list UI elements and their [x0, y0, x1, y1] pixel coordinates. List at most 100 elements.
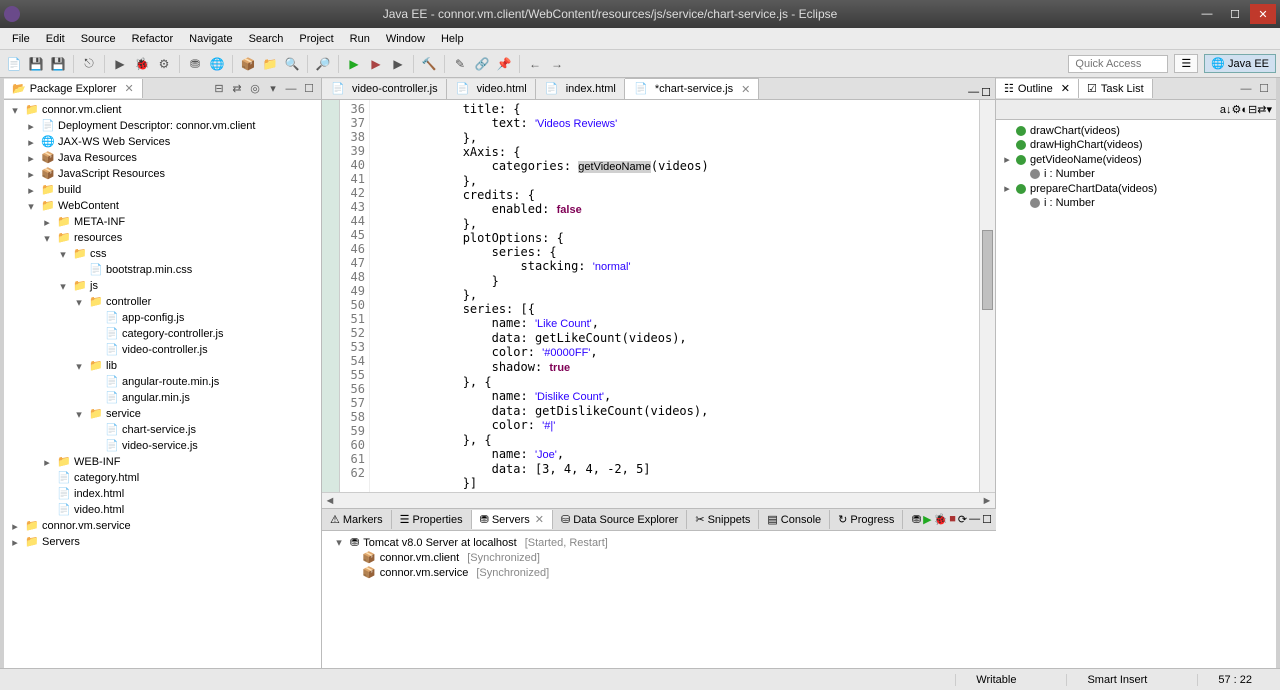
- menu-refactor[interactable]: Refactor: [124, 31, 182, 47]
- scroll-right-icon[interactable]: ►: [979, 495, 995, 507]
- outline-tab[interactable]: ☷ Outline ✕: [996, 79, 1079, 98]
- servers-view[interactable]: ▾⛃ Tomcat v8.0 Server at localhost [Star…: [322, 531, 996, 668]
- task-list-tab[interactable]: ☑Task List: [1079, 79, 1153, 98]
- new-icon[interactable]: 📄: [4, 54, 24, 74]
- server-start-icon[interactable]: ▶: [923, 513, 931, 526]
- open-type-icon[interactable]: 🔎: [313, 54, 333, 74]
- quick-access-input[interactable]: [1068, 55, 1168, 73]
- menu-edit[interactable]: Edit: [38, 31, 73, 47]
- package-explorer-tab[interactable]: 📂 Package Explorer ✕: [4, 79, 143, 98]
- view-menu-icon[interactable]: ▾: [265, 81, 281, 97]
- code-editor[interactable]: title: { text: 'Videos Reviews' }, xAxis…: [370, 100, 979, 492]
- close-button[interactable]: ✕: [1250, 4, 1276, 24]
- maximize-editor-icon[interactable]: ☐: [981, 86, 991, 99]
- server-root[interactable]: ▾⛃ Tomcat v8.0 Server at localhost [Star…: [326, 535, 992, 550]
- menu-source[interactable]: Source: [73, 31, 124, 47]
- outline-tree[interactable]: drawChart(videos) drawHighChart(videos) …: [996, 120, 1276, 668]
- menu-icon[interactable]: ▾: [1266, 103, 1272, 116]
- vertical-scrollbar[interactable]: [979, 100, 995, 492]
- menu-run[interactable]: Run: [342, 31, 378, 47]
- run-last-icon[interactable]: ▶: [344, 54, 364, 74]
- tool-bar: 📄 💾 💾 ⎋ ▶ 🐞 ⚙ ⛃ 🌐 📦 📁 🔍 🔎 ▶ ▶ ▶ 🔨 ✎ 🔗 📌 …: [0, 50, 1280, 78]
- close-tab-icon[interactable]: ✕: [535, 513, 544, 526]
- maximize-view-icon[interactable]: ☐: [1256, 81, 1272, 97]
- coverage-icon[interactable]: ▶: [388, 54, 408, 74]
- collapse-all-icon[interactable]: ⊟: [211, 81, 227, 97]
- debug-icon[interactable]: 🐞: [132, 54, 152, 74]
- server-stop-icon[interactable]: ■: [949, 513, 956, 526]
- status-writable: Writable: [955, 674, 1036, 686]
- outline-label: Outline: [1018, 83, 1053, 95]
- tab-servers[interactable]: ⛃Servers✕: [472, 510, 553, 529]
- scrollbar-thumb[interactable]: [982, 230, 993, 310]
- link-editor-icon[interactable]: ⇄: [229, 81, 245, 97]
- tab-snippets[interactable]: ✂Snippets: [687, 510, 759, 529]
- server-debug-icon[interactable]: 🐞: [934, 513, 948, 526]
- build-icon[interactable]: 🔨: [419, 54, 439, 74]
- menu-navigate[interactable]: Navigate: [181, 31, 240, 47]
- pin-icon[interactable]: 📌: [494, 54, 514, 74]
- status-position: 57 : 22: [1197, 674, 1272, 686]
- server-icon[interactable]: ⛃: [185, 54, 205, 74]
- tab-console[interactable]: ▤Console: [759, 510, 830, 529]
- server-new-icon[interactable]: ⛃: [912, 513, 921, 526]
- server-module[interactable]: 📦connor.vm.service[Synchronized]: [326, 565, 992, 580]
- outline-item: ▸getVideoName(videos): [1000, 152, 1272, 167]
- minimize-view-icon[interactable]: —: [969, 513, 980, 526]
- tab-markers[interactable]: ⚠Markers: [322, 510, 392, 529]
- minimize-button[interactable]: —: [1194, 4, 1220, 24]
- back-icon[interactable]: ←: [525, 54, 545, 74]
- menu-project[interactable]: Project: [291, 31, 341, 47]
- editor-tab[interactable]: 📄video-controller.js: [322, 79, 447, 99]
- menu-help[interactable]: Help: [433, 31, 472, 47]
- hide-icon[interactable]: ◐: [1241, 104, 1248, 116]
- filter-icon[interactable]: ⚙: [1232, 103, 1242, 116]
- editor-tab[interactable]: 📄video.html: [447, 79, 536, 99]
- server-publish-icon[interactable]: ⟳: [958, 513, 967, 526]
- outline-item: drawChart(videos): [1000, 124, 1272, 138]
- new-project-icon[interactable]: 📦: [238, 54, 258, 74]
- tab-progress[interactable]: ↻Progress: [830, 510, 903, 529]
- perspective-javaee[interactable]: 🌐 Java EE: [1204, 54, 1276, 73]
- sort-icon[interactable]: a↓: [1220, 104, 1232, 116]
- status-bar: Writable Smart Insert 57 : 22: [0, 668, 1280, 690]
- forward-icon[interactable]: →: [547, 54, 567, 74]
- tab-data-source[interactable]: ⛁Data Source Explorer: [553, 510, 687, 529]
- menu-search[interactable]: Search: [241, 31, 292, 47]
- open-task-icon[interactable]: ✎: [450, 54, 470, 74]
- scroll-left-icon[interactable]: ◄: [322, 495, 338, 507]
- menu-window[interactable]: Window: [378, 31, 433, 47]
- editor-tab-active[interactable]: 📄*chart-service.js✕: [625, 78, 759, 99]
- save-icon[interactable]: 💾: [26, 54, 46, 74]
- link-icon[interactable]: 🔗: [472, 54, 492, 74]
- maximize-button[interactable]: ☐: [1222, 4, 1248, 24]
- menu-file[interactable]: File: [4, 31, 38, 47]
- link-icon[interactable]: ⇄: [1257, 103, 1266, 116]
- editor-tab[interactable]: 📄index.html: [536, 79, 625, 99]
- minimize-view-icon[interactable]: —: [1238, 81, 1254, 97]
- collapse-icon[interactable]: ⊟: [1248, 103, 1257, 116]
- horizontal-scrollbar[interactable]: ◄ ►: [322, 492, 995, 508]
- close-tab-icon[interactable]: ✕: [741, 83, 750, 96]
- minimize-view-icon[interactable]: —: [283, 81, 299, 97]
- toggle-breadcrumb-icon[interactable]: ⎋: [79, 54, 99, 74]
- maximize-view-icon[interactable]: ☐: [982, 513, 992, 526]
- server-module[interactable]: 📦connor.vm.client[Synchronized]: [326, 550, 992, 565]
- maximize-view-icon[interactable]: ☐: [301, 81, 317, 97]
- tab-properties[interactable]: ☰Properties: [392, 510, 472, 529]
- close-view-icon[interactable]: ✕: [1061, 82, 1070, 95]
- save-all-icon[interactable]: 💾: [48, 54, 68, 74]
- close-view-icon[interactable]: ✕: [125, 82, 134, 95]
- browser-icon[interactable]: 🌐: [207, 54, 227, 74]
- outline-item: i : Number: [1000, 196, 1272, 210]
- open-perspective-button[interactable]: ☰: [1174, 54, 1198, 73]
- project-tree[interactable]: ▾📁connor.vm.client ▸📄Deployment Descript…: [4, 100, 321, 668]
- new-package-icon[interactable]: 📁: [260, 54, 280, 74]
- search-icon[interactable]: 🔍: [282, 54, 302, 74]
- minimize-editor-icon[interactable]: —: [968, 86, 979, 99]
- focus-icon[interactable]: ◎: [247, 81, 263, 97]
- run-icon[interactable]: ▶: [110, 54, 130, 74]
- debug-last-icon[interactable]: ▶: [366, 54, 386, 74]
- external-tools-icon[interactable]: ⚙: [154, 54, 174, 74]
- status-insert: Smart Insert: [1066, 674, 1167, 686]
